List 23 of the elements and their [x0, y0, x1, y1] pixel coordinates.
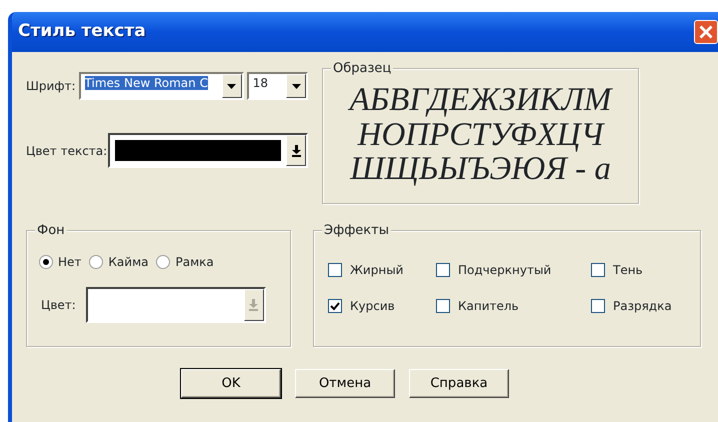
- sample-text: ШЩЬЫЪЭЮЯ - а: [350, 152, 611, 187]
- checkbox-label[interactable]: Жирный: [350, 261, 404, 279]
- checkbox-label[interactable]: Курсив: [350, 297, 395, 315]
- size-dropdown[interactable]: 18: [246, 72, 308, 100]
- checkbox-label[interactable]: Тень: [613, 261, 643, 279]
- window-title: Стиль текста: [18, 20, 146, 44]
- radio-label[interactable]: Кайма: [108, 253, 148, 271]
- radio-label[interactable]: Нет: [58, 253, 82, 271]
- field-label: Шрифт:: [26, 78, 76, 95]
- checkbox-label[interactable]: Разрядка: [613, 297, 672, 315]
- field-label: Цвет:: [41, 297, 76, 314]
- radio-label[interactable]: Рамка: [175, 253, 214, 271]
- sample-text: НОПРСТУФХЦЧ: [358, 118, 604, 152]
- font-value: Times New Roman C: [84, 76, 208, 90]
- sample-text: АБВГДЕЖЗИКЛМ: [350, 83, 612, 118]
- dialog-button[interactable]: Справка: [409, 369, 509, 398]
- checkbox-label[interactable]: Подчеркнутый: [458, 261, 552, 279]
- checkbox-label[interactable]: Капитель: [458, 297, 519, 315]
- dialog-button[interactable]: Отмена: [295, 369, 395, 398]
- dialog-button[interactable]: OK: [181, 369, 281, 398]
- size-value: 18: [252, 76, 268, 90]
- field-label: Цвет текста:: [26, 142, 108, 160]
- font-dropdown[interactable]: Times New Roman C: [78, 72, 244, 100]
